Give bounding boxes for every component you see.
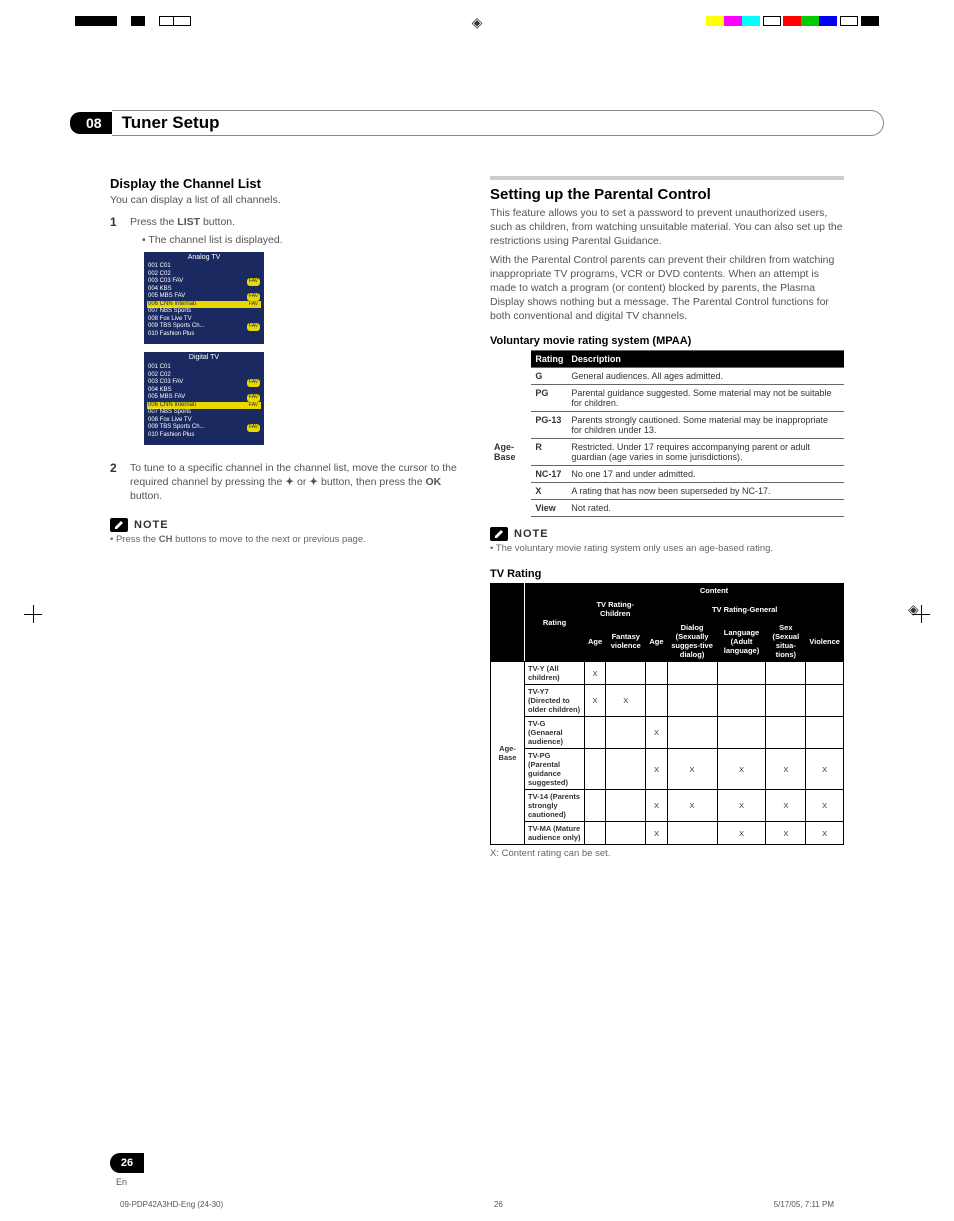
section-intro: You can display a list of all channels. [110, 193, 464, 207]
page-number-badge: 26 [110, 1153, 144, 1173]
table-row: PG-13Parents strongly cautioned. Some ma… [490, 412, 844, 439]
step-text: To tune to a specific channel in the cha… [130, 461, 464, 504]
channel-row: 005 MBS FAVFAV [147, 293, 261, 301]
channel-row: 001 C01 [147, 364, 261, 372]
table-row: TV-G (Genaeral audience)X [491, 717, 844, 749]
center-reg-icon: ◈ [472, 14, 483, 31]
footer-file: 09-PDP42A3HD-Eng (24-30) [120, 1200, 223, 1209]
note-text: • Press the CH buttons to move to the ne… [110, 534, 464, 547]
col-header: Language (Adult language) [717, 621, 766, 662]
crop-mark-icon: ◈ [912, 605, 930, 623]
registration-marks: ◈ [0, 10, 954, 40]
table-row: TV-Y7 (Directed to older children)XX [491, 685, 844, 717]
chapter-title: Tuner Setup [112, 110, 884, 136]
channel-row: 004 KBS [147, 286, 261, 294]
col-header: Fantasy violence [606, 621, 646, 662]
subheading: TV Rating [490, 568, 844, 580]
up-arrow-icon: ✦ [285, 476, 294, 488]
channel-row: 002 C02 [147, 372, 261, 380]
tv-rating-table: Rating Content TV Rating-Children TV Rat… [490, 583, 844, 845]
table-row: Age-BaseTV-Y (All children)X [491, 662, 844, 685]
col-header: TV Rating-Children [585, 598, 646, 621]
step-number: 1 [110, 215, 122, 453]
channel-row: 009 TBS Sports Ch...FAV [147, 323, 261, 331]
tvbox-title: Digital TV [147, 354, 261, 363]
note-text: • The voluntary movie rating system only… [490, 543, 844, 556]
channel-row: 001 C01 [147, 263, 261, 271]
step-2: 2 To tune to a specific channel in the c… [110, 461, 464, 508]
table-row: GGeneral audiences. All ages admitted. [490, 368, 844, 385]
paragraph: With the Parental Control parents can pr… [490, 253, 844, 324]
pencil-icon [490, 527, 508, 541]
footer-date: 5/17/05, 7:11 PM [774, 1200, 834, 1209]
note-block: NOTE [110, 518, 464, 532]
step-text: Press the LIST button. [130, 215, 464, 229]
step-number: 2 [110, 461, 122, 508]
mpaa-table: Rating Description GGeneral audiences. A… [490, 350, 844, 517]
col-header: Violence [806, 621, 844, 662]
col-header: TV Rating-General [646, 598, 844, 621]
table-row: TV-MA (Mature audience only)XXXX [491, 822, 844, 845]
note-block: NOTE [490, 527, 844, 541]
down-arrow-icon: ✦ [309, 476, 318, 488]
table-row: ViewNot rated. [490, 500, 844, 517]
table-row: NC-17No one 17 and under admitted. [490, 466, 844, 483]
col-header: Description [567, 351, 844, 368]
col-header: Dialog (Sexually sugges-tive dialog) [667, 621, 717, 662]
footer-page: 26 [494, 1200, 503, 1209]
row-side-label: Age-Base [490, 439, 531, 466]
step-bullet: • The channel list is displayed. [142, 233, 464, 247]
table-row: Age-BaseRRestricted. Under 17 requires a… [490, 439, 844, 466]
col-header: Rating [531, 351, 567, 368]
note-label: NOTE [514, 528, 549, 540]
table-row: TV-PG (Parental guidance suggested)XXXXX [491, 749, 844, 790]
channel-row: 006 CNN InternatiFAV [147, 402, 261, 410]
crop-mark-icon [24, 605, 42, 623]
row-side-label: Age-Base [491, 662, 525, 845]
channel-row: 010 Fashion Plus [147, 331, 261, 339]
col-header: Rating [525, 584, 585, 662]
step-1: 1 Press the LIST button. • The channel l… [110, 215, 464, 453]
col-header: Content [585, 584, 844, 598]
table-row: XA rating that has now been superseded b… [490, 483, 844, 500]
channel-row: 003 C03 FAVFAV [147, 379, 261, 387]
channel-row: 009 TBS Sports Ch...FAV [147, 424, 261, 432]
channel-row: 007 NBS Sports [147, 308, 261, 316]
col-header: Sex (Sexual situa-tions) [766, 621, 806, 662]
tvbox-title: Analog TV [147, 254, 261, 263]
channel-row: 003 C03 FAVFAV [147, 278, 261, 286]
channel-row: 005 MBS FAVFAV [147, 394, 261, 402]
channel-row: 006 CNN InternatiFAV [147, 301, 261, 309]
chapter-number-badge: 08 [70, 112, 112, 134]
channel-row: 010 Fashion Plus [147, 432, 261, 440]
chapter-header: 08 Tuner Setup [70, 110, 884, 136]
channel-row: 008 Fox Live TV [147, 316, 261, 324]
table-footnote: X: Content rating can be set. [490, 848, 844, 861]
col-header: Age [646, 621, 667, 662]
note-label: NOTE [134, 519, 169, 531]
table-row: PGParental guidance suggested. Some mate… [490, 385, 844, 412]
channel-list-digital: Digital TV 001 C01002 C02003 C03 FAVFAV0… [144, 352, 264, 445]
col-header: Age [585, 621, 606, 662]
channel-row: 004 KBS [147, 387, 261, 395]
channel-list-analog: Analog TV 001 C01002 C02003 C03 FAVFAV00… [144, 252, 264, 345]
page-lang: En [116, 1177, 127, 1187]
paragraph: This feature allows you to set a passwor… [490, 206, 844, 249]
footer-metadata: 09-PDP42A3HD-Eng (24-30) 26 5/17/05, 7:1… [120, 1200, 834, 1209]
subheading: Voluntary movie rating system (MPAA) [490, 335, 844, 347]
table-row: TV-14 (Parents strongly cautioned)XXXXX [491, 790, 844, 822]
channel-row: 002 C02 [147, 271, 261, 279]
channel-row: 008 Fox Live TV [147, 417, 261, 425]
channel-row: 007 NBS Sports [147, 409, 261, 417]
section-heading: Setting up the Parental Control [490, 176, 844, 203]
pencil-icon [110, 518, 128, 532]
section-heading: Display the Channel List [110, 176, 464, 191]
